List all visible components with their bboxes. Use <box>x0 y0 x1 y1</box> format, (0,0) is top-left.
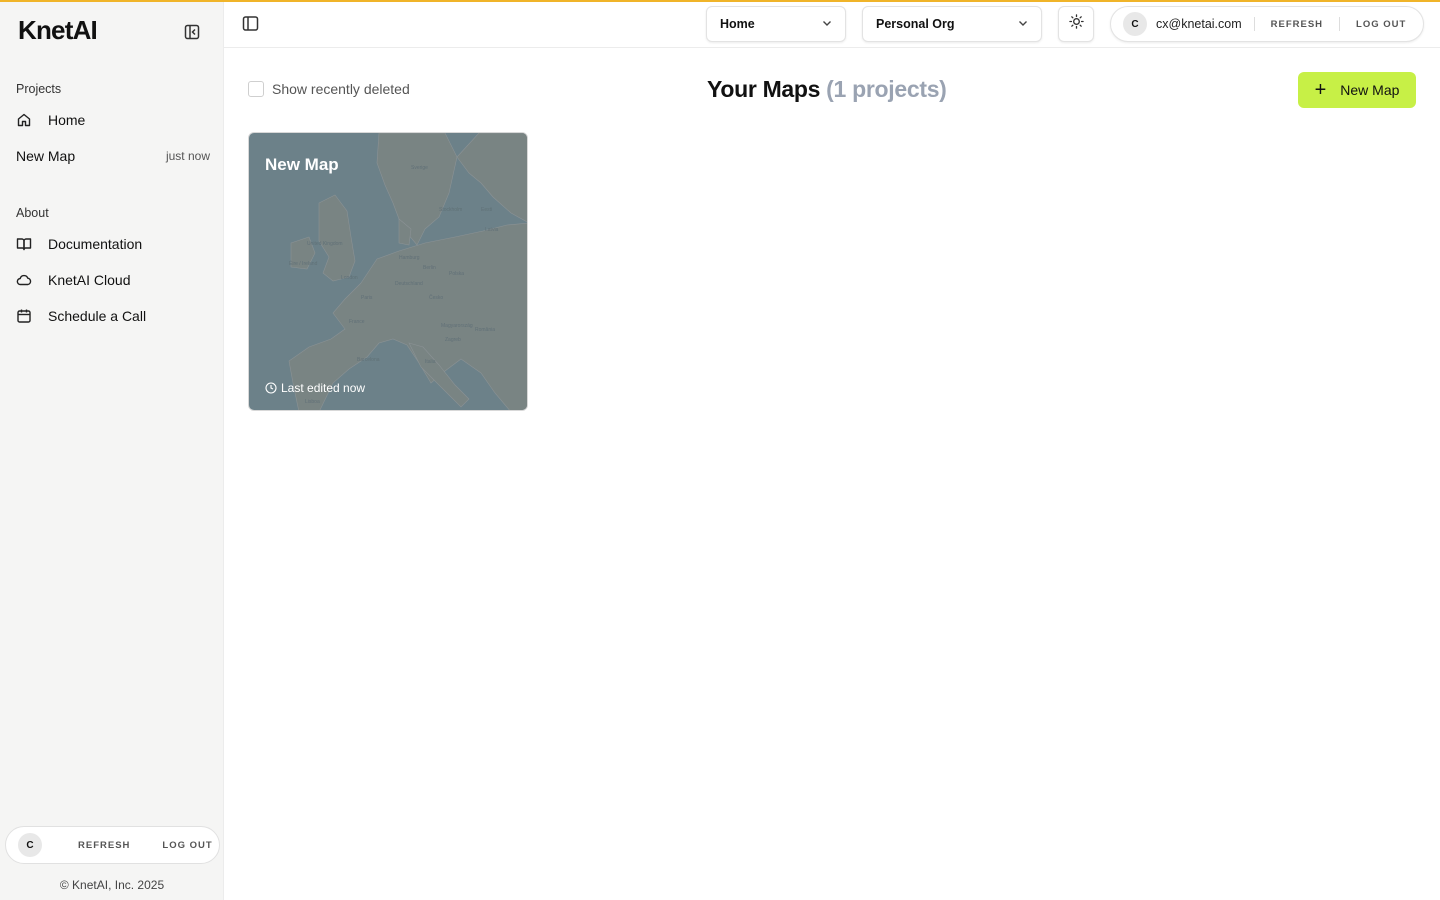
refresh-button[interactable]: REFRESH <box>1271 19 1323 30</box>
cloud-icon <box>16 272 32 288</box>
divider <box>1253 17 1255 31</box>
project-count: (1 projects) <box>826 76 947 102</box>
map-card-title: New Map <box>265 155 339 174</box>
avatar[interactable]: C <box>18 833 42 857</box>
home-icon <box>16 112 32 128</box>
map-card[interactable]: Sverige Stockholm Eesti Latvia United Ki… <box>248 132 528 411</box>
map-card-edited: Last edited now <box>281 381 366 395</box>
org-select[interactable]: Personal Org <box>862 6 1042 42</box>
sidebar-account-bar: C REFRESH LOG OUT <box>5 826 220 864</box>
sidebar-item-label: Home <box>48 112 86 128</box>
sidebar-item-label: Schedule a Call <box>48 308 147 324</box>
theme-toggle-button[interactable] <box>1058 6 1094 42</box>
map-card-meta: Last edited now <box>265 381 365 395</box>
sidebar-item-documentation[interactable]: Documentation <box>16 231 212 257</box>
avatar[interactable]: C <box>1123 12 1147 36</box>
plus-icon: + <box>1314 79 1327 101</box>
chevron-down-icon <box>821 17 833 32</box>
new-map-button[interactable]: + New Map <box>1298 72 1416 108</box>
collapse-sidebar-icon[interactable] <box>183 23 201 41</box>
new-map-label: New Map <box>1340 82 1400 98</box>
chevron-down-icon <box>1017 17 1029 32</box>
sidebar-item-knetai-cloud[interactable]: KnetAI Cloud <box>16 267 212 293</box>
recent-project-time: just now <box>165 149 210 163</box>
show-deleted-label: Show recently deleted <box>272 81 410 97</box>
sidebar-recent-project[interactable]: New Map just now <box>16 144 210 168</box>
refresh-button[interactable]: REFRESH <box>78 840 130 851</box>
app-logo: KnetAI <box>18 15 98 45</box>
logout-button[interactable]: LOG OUT <box>1356 19 1406 30</box>
sidebar-item-schedule-call[interactable]: Schedule a Call <box>16 303 212 329</box>
toggle-sidebar-icon[interactable] <box>242 15 259 32</box>
sidebar-item-label: Documentation <box>48 236 143 252</box>
clock-icon <box>265 382 277 394</box>
header-account-bar: C cx@knetai.com REFRESH LOG OUT <box>1110 6 1424 42</box>
page-select[interactable]: Home <box>706 6 846 42</box>
book-icon <box>16 236 32 252</box>
about-section-label: About <box>16 206 49 220</box>
logout-button[interactable]: LOG OUT <box>162 840 212 851</box>
account-email: cx@knetai.com <box>1156 17 1242 31</box>
recent-project-name: New Map <box>16 148 76 164</box>
copyright-text: © KnetAI, Inc. 2025 <box>59 878 165 892</box>
divider <box>1339 17 1341 31</box>
page-title-text: Your Maps <box>707 76 821 102</box>
org-select-value: Personal Org <box>876 17 955 31</box>
show-deleted-checkbox[interactable] <box>248 81 264 97</box>
show-deleted-toggle[interactable]: Show recently deleted <box>248 81 410 97</box>
sidebar: KnetAI Projects Home New Map just now Ab… <box>0 0 224 900</box>
sidebar-item-label: KnetAI Cloud <box>48 272 131 288</box>
page-select-value: Home <box>720 17 755 31</box>
page-title: Your Maps (1 projects) <box>707 76 947 103</box>
sidebar-item-home[interactable]: Home <box>16 107 212 133</box>
projects-section-label: Projects <box>16 82 62 96</box>
calendar-icon <box>16 308 32 324</box>
header-divider <box>224 47 1440 48</box>
top-loading-bar <box>0 0 1440 2</box>
sun-icon <box>1068 14 1084 34</box>
